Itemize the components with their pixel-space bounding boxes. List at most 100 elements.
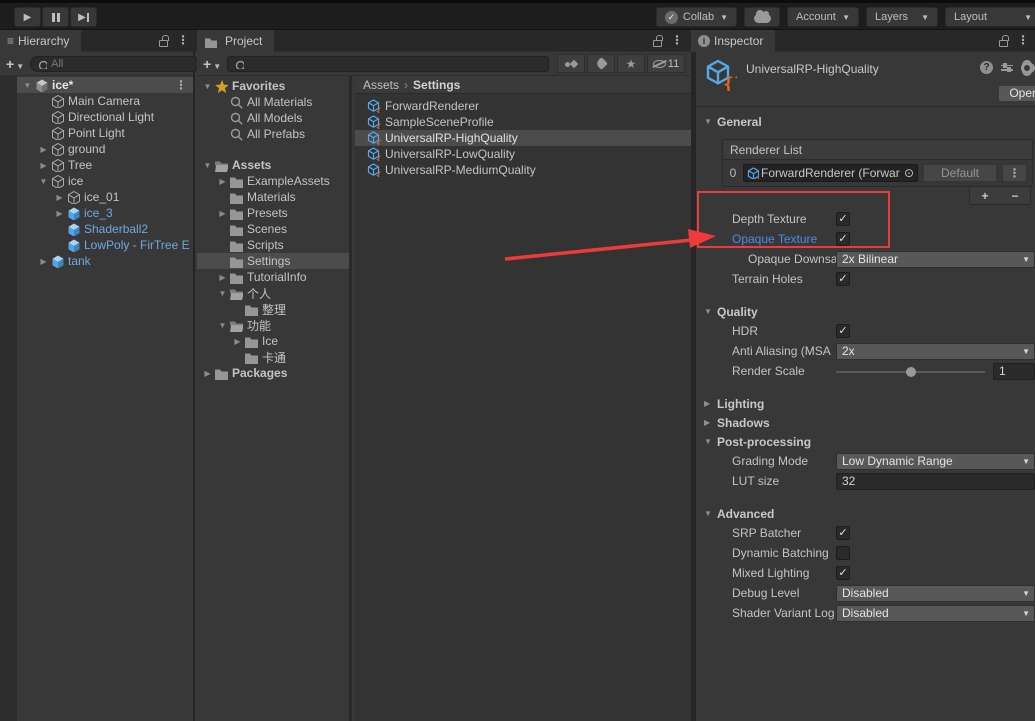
lock-icon[interactable] [159, 40, 168, 47]
default-button[interactable]: Default [923, 164, 997, 182]
create-asset-button[interactable]: +▼ [203, 56, 221, 72]
tab-project[interactable]: Project [197, 30, 274, 52]
hierarchy-search[interactable] [30, 56, 200, 72]
tree-row[interactable]: ▶ TutorialInfo [197, 269, 349, 285]
tree-row[interactable]: Materials [197, 189, 349, 205]
section-general[interactable]: ▼ General [696, 112, 1035, 131]
shader-variant-log-dropdown[interactable]: Disabled ▼ [836, 605, 1035, 622]
create-object-button[interactable]: +▼ [6, 56, 24, 72]
project-search[interactable] [227, 56, 549, 72]
terrain-holes-checkbox[interactable]: ✓ [836, 272, 850, 286]
foldout-closed-icon[interactable]: ▶ [216, 209, 229, 218]
hierarchy-row-scene[interactable]: ▼ ice* ⋮ [17, 77, 193, 93]
foldout-closed-icon[interactable]: ▶ [37, 161, 50, 170]
render-scale-slider[interactable] [836, 363, 985, 380]
section-post-processing[interactable]: ▼ Post-processing [696, 432, 1035, 451]
tree-row[interactable]: All Models [197, 110, 349, 126]
foldout-open-icon[interactable]: ▼ [201, 161, 214, 170]
hierarchy-row[interactable]: Main Camera [17, 93, 193, 109]
antialiasing-dropdown[interactable]: 2x ▼ [836, 343, 1035, 360]
help-icon[interactable]: ? [980, 61, 993, 74]
tree-row[interactable]: ▶ Ice [197, 333, 349, 349]
hierarchy-row[interactable]: ▶ ground [17, 141, 193, 157]
tree-row-packages[interactable]: ▶ Packages [197, 365, 349, 381]
foldout-closed-icon[interactable]: ▶ [37, 145, 50, 154]
kebab-menu-icon[interactable]: ⋮ [671, 33, 683, 47]
asset-row[interactable]: UniversalRP-MediumQuality [355, 162, 691, 178]
project-search-input[interactable] [248, 58, 542, 70]
foldout-open-icon[interactable]: ▼ [201, 82, 214, 91]
opaque-downsampling-dropdown[interactable]: 2x Bilinear ▼ [836, 251, 1035, 268]
object-picker-icon[interactable]: ⊙ [904, 166, 914, 180]
asset-row[interactable]: SampleSceneProfile [355, 114, 691, 130]
foldout-open-icon[interactable]: ▼ [37, 177, 50, 186]
lock-icon[interactable] [999, 40, 1008, 47]
depth-texture-checkbox[interactable]: ✓ [836, 212, 850, 226]
render-scale-field[interactable]: 1 [993, 363, 1035, 380]
asset-row[interactable]: UniversalRP-LowQuality [355, 146, 691, 162]
tree-row-favorites[interactable]: ▼ Favorites [197, 78, 349, 94]
grading-mode-dropdown[interactable]: Low Dynamic Range ▼ [836, 453, 1035, 470]
play-button[interactable]: ▶ [14, 7, 41, 27]
hidden-packages-toggle[interactable]: 11 [647, 54, 685, 73]
kebab-menu-icon[interactable]: ⋮ [1017, 33, 1029, 47]
dynamic-batching-checkbox[interactable] [836, 546, 850, 560]
account-dropdown[interactable]: Account ▼ [787, 7, 859, 27]
hierarchy-row[interactable]: Point Light [17, 125, 193, 141]
mixed-lighting-checkbox[interactable]: ✓ [836, 566, 850, 580]
tree-row[interactable]: 卡通 [197, 349, 349, 365]
foldout-closed-icon[interactable]: ▶ [37, 257, 50, 266]
tab-inspector[interactable]: i Inspector [691, 30, 775, 52]
kebab-menu-icon[interactable]: ⋮ [1002, 164, 1027, 182]
hierarchy-row[interactable]: Directional Light [17, 109, 193, 125]
tree-row-assets[interactable]: ▼ Assets [197, 157, 349, 173]
tree-row[interactable]: Scripts [197, 237, 349, 253]
section-quality[interactable]: ▼ Quality [696, 302, 1035, 321]
search-by-type-button[interactable] [557, 54, 585, 73]
tree-row-settings[interactable]: Settings [197, 253, 349, 269]
renderer-object-field[interactable]: ForwardRenderer (Forwar ⊙ [743, 164, 918, 182]
tree-row[interactable]: All Prefabs [197, 126, 349, 142]
foldout-closed-icon[interactable]: ▶ [201, 369, 214, 378]
presets-icon[interactable] [1001, 65, 1013, 71]
opaque-texture-checkbox[interactable]: ✓ [836, 232, 850, 246]
srp-batcher-checkbox[interactable]: ✓ [836, 526, 850, 540]
hierarchy-row[interactable]: ▶ tank [17, 253, 193, 269]
foldout-closed-icon[interactable]: ▶ [53, 209, 66, 218]
breadcrumb-current[interactable]: Settings [413, 78, 460, 92]
tree-row[interactable]: ▼ 个人 [197, 285, 349, 301]
gear-icon[interactable] [1021, 62, 1033, 74]
tree-row[interactable]: ▶ ExampleAssets [197, 173, 349, 189]
remove-renderer-button[interactable]: − [1011, 189, 1018, 203]
tab-hierarchy[interactable]: ≡ Hierarchy [0, 30, 81, 52]
layers-dropdown[interactable]: Layers ▼ [866, 7, 938, 27]
layout-dropdown[interactable]: Layout ▼ [945, 7, 1035, 27]
section-advanced[interactable]: ▼ Advanced [696, 504, 1035, 523]
kebab-menu-icon[interactable]: ⋮ [175, 78, 187, 92]
open-button[interactable]: Open [998, 85, 1035, 102]
hierarchy-row[interactable]: LowPoly - FirTree E [17, 237, 193, 253]
foldout-closed-icon[interactable]: ▶ [231, 337, 244, 346]
tree-row[interactable]: ▼ 功能 [197, 317, 349, 333]
hdr-checkbox[interactable]: ✓ [836, 324, 850, 338]
cloud-button[interactable] [744, 7, 780, 27]
foldout-closed-icon[interactable]: ▶ [216, 273, 229, 282]
save-search-button[interactable]: ★ [617, 54, 645, 73]
collab-dropdown[interactable]: ✓ Collab ▼ [656, 7, 737, 27]
foldout-closed-icon[interactable]: ▶ [216, 177, 229, 186]
step-button[interactable]: ▶ [70, 7, 97, 27]
asset-row-selected[interactable]: UniversalRP-HighQuality [355, 130, 691, 146]
search-by-label-button[interactable] [587, 54, 615, 73]
hierarchy-row[interactable]: ▶ ice_01 [17, 189, 193, 205]
foldout-open-icon[interactable]: ▼ [21, 81, 34, 90]
tree-row[interactable]: ▶ Presets [197, 205, 349, 221]
add-renderer-button[interactable]: + [981, 189, 988, 203]
section-lighting[interactable]: ▶ Lighting [696, 394, 1035, 413]
hierarchy-row[interactable]: Shaderball2 [17, 221, 193, 237]
foldout-open-icon[interactable]: ▼ [216, 289, 229, 298]
asset-row[interactable]: ForwardRenderer [355, 98, 691, 114]
hierarchy-row[interactable]: ▼ ice [17, 173, 193, 189]
tree-row[interactable]: 整理 [197, 301, 349, 317]
section-shadows[interactable]: ▶ Shadows [696, 413, 1035, 432]
pause-button[interactable] [42, 7, 69, 27]
